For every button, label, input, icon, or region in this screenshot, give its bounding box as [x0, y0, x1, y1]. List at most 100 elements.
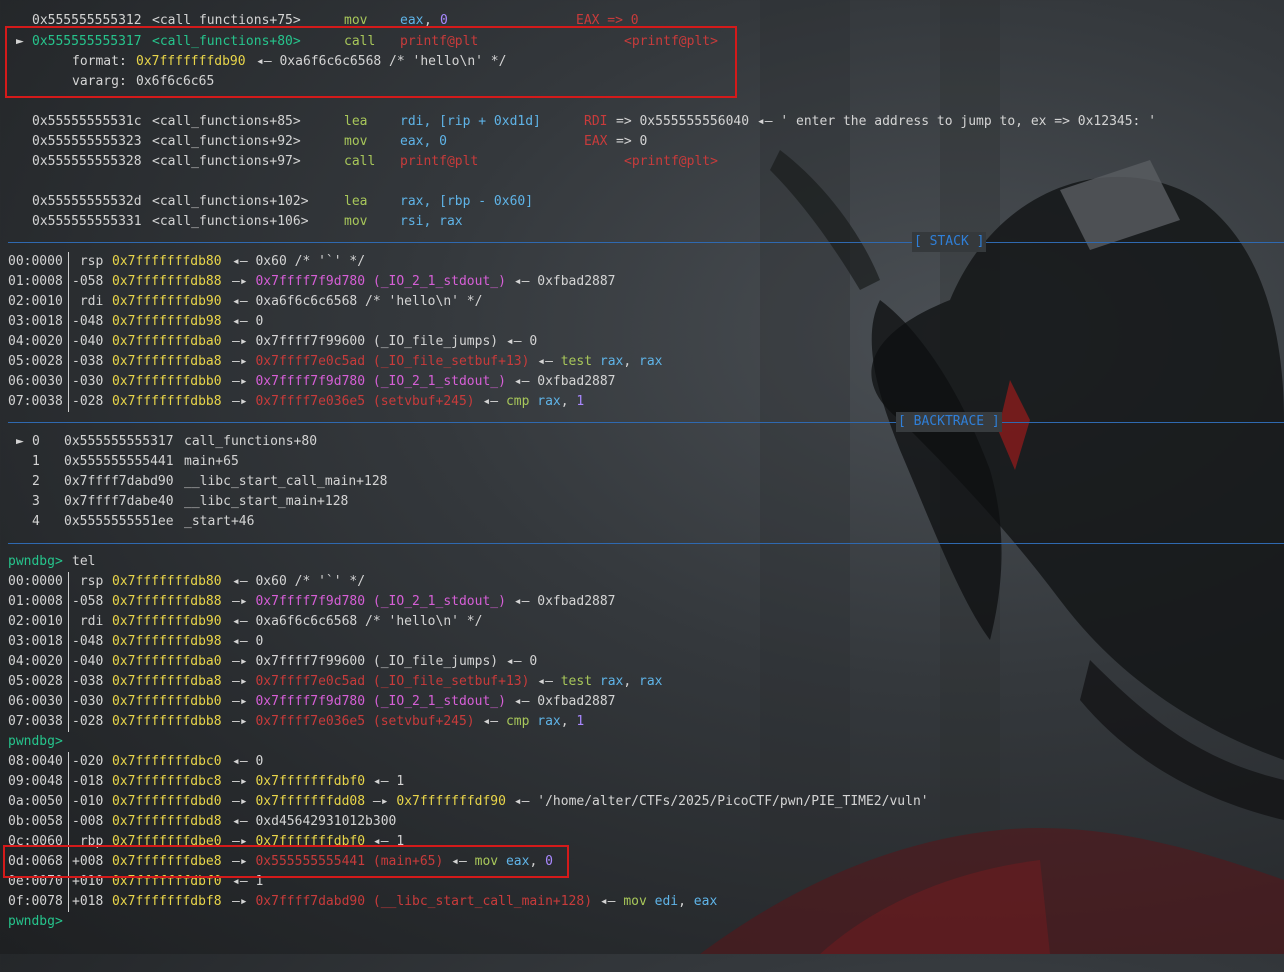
frame-symbol: call_functions+80 [184, 434, 318, 449]
frame-marker: ► [16, 434, 24, 449]
symbol: <call_functions+106> [152, 214, 309, 229]
highlight-box-return-address [3, 845, 569, 878]
stack-address: 0x7fffffffdbc0 [112, 754, 222, 769]
value-segment: rax [599, 354, 624, 369]
stack-address: 0x7fffffffdbb8 [112, 714, 222, 729]
value-segment: mov [623, 894, 655, 909]
column-divider [68, 372, 69, 392]
value-segment: rax [639, 674, 663, 689]
operands: eax, 0 [400, 134, 447, 149]
stack-value: —▸ 0x7ffff7e036e5 (setvbuf+245) ◂— cmp r… [232, 392, 584, 412]
comment: => 0 [616, 134, 648, 149]
prompt: pwndbg> [8, 554, 63, 569]
frame-symbol: __libc_start_call_main+128 [184, 474, 388, 489]
operands: rdi, [rip + 0xd1d] [400, 114, 541, 129]
stack-value: ◂— 0xa6f6c6c6568 /* 'hello\n' */ [232, 612, 482, 632]
stack-value: —▸ 0x7fffffffdbf0 ◂— 1 [232, 772, 404, 792]
stack-offset: -058 [72, 594, 104, 609]
stack-offset: rsp [72, 574, 104, 589]
stack-index: 02:0010 [8, 614, 63, 629]
stack-offset: +018 [72, 894, 104, 909]
address: 0x555555555323 [32, 134, 142, 149]
stack-address: 0x7fffffffdba0 [112, 334, 222, 349]
value-segment: ◂— [474, 714, 506, 729]
value-segment: 0x7ffff7f9d780 (_IO_2_1_stdout_) [255, 694, 506, 709]
value-segment: —▸ [232, 794, 256, 809]
value-segment: —▸ 0x7ffff7f99600 (_IO_file_jumps) ◂— 0 [232, 334, 538, 349]
stack-value: —▸ 0x7ffff7e0c5ad (_IO_file_setbuf+13) ◂… [232, 352, 663, 372]
value-segment: ◂— [474, 394, 506, 409]
value-segment: ◂— 0xfbad2887 [505, 374, 616, 389]
command-line[interactable]: pwndbg> [0, 912, 63, 932]
stack-value: —▸ 0x7ffff7f9d780 (_IO_2_1_stdout_) ◂— 0… [232, 272, 616, 292]
opcode: call [344, 154, 376, 169]
value-segment: cmp [505, 394, 538, 409]
frame-address: 0x7ffff7dabe40 [64, 494, 174, 509]
stack-index: 07:0038 [8, 714, 63, 729]
value-segment: , [678, 894, 694, 909]
value-segment: 0x7ffff7e036e5 (setvbuf+245) [255, 714, 475, 729]
stack-address: 0x7fffffffdba0 [112, 654, 222, 669]
value-segment: 0x7ffff7f9d780 (_IO_2_1_stdout_) [255, 374, 506, 389]
frame-address: 0x5555555551ee [64, 514, 174, 529]
column-divider [68, 272, 69, 292]
comment: => 0x555555556040 ◂— ' enter the address… [616, 114, 1157, 129]
value-segment: test [560, 354, 600, 369]
column-divider [68, 392, 69, 412]
value-segment: ◂— 1 [365, 774, 405, 789]
stack-address: 0x7fffffffdbb0 [112, 374, 222, 389]
stack-value: —▸ 0x7ffff7dabd90 (__libc_start_call_mai… [232, 892, 717, 912]
stack-value: —▸ 0x7ffff7f9d780 (_IO_2_1_stdout_) ◂— 0… [232, 692, 616, 712]
stack-address: 0x7fffffffdb98 [112, 314, 222, 329]
stack-index: 05:0028 [8, 354, 63, 369]
frame-number: 1 [32, 454, 40, 469]
backtrace-header: [ BACKTRACE ] [0, 412, 1002, 432]
frame-number: 0 [32, 434, 40, 449]
frame-address: 0x555555555317 [64, 434, 174, 449]
symbol: <call_functions+85> [152, 114, 301, 129]
frame-symbol: __libc_start_main+128 [184, 494, 349, 509]
value-segment: —▸ 0x7ffff7f99600 (_IO_file_jumps) ◂— 0 [232, 654, 538, 669]
column-divider [68, 772, 69, 792]
frame-number: 2 [32, 474, 40, 489]
column-divider [68, 352, 69, 372]
value-segment: —▸ [232, 374, 256, 389]
value-segment: , [623, 674, 640, 689]
value-segment: —▸ [232, 274, 256, 289]
stack-index: 00:0000 [8, 574, 63, 589]
stack-address: 0x7fffffffdb90 [112, 294, 222, 309]
value-segment: ◂— 0 [232, 314, 264, 329]
stack-offset: -020 [72, 754, 104, 769]
value-segment: 0x7ffff7dabd90 (__libc_start_call_main+1… [255, 894, 593, 909]
stack-index: 02:0010 [8, 294, 63, 309]
value-segment: 0x7fffffffdf90 [396, 794, 506, 809]
frame-number: 4 [32, 514, 40, 529]
command-line[interactable]: pwndbg> tel [0, 552, 95, 572]
stack-index: 06:0030 [8, 374, 63, 389]
stack-address: 0x7fffffffdb98 [112, 634, 222, 649]
stack-offset: -038 [72, 674, 104, 689]
value-segment: rax [639, 354, 663, 369]
stack-value: ◂— 0 [232, 752, 263, 772]
value-segment: ◂— 0xa6f6c6c6568 /* 'hello\n' */ [232, 614, 483, 629]
value-segment: eax [693, 894, 718, 909]
operands: rsi, rax [400, 214, 463, 229]
stack-value: ◂— 0x60 /* '`' */ [232, 252, 365, 272]
value-segment: , [560, 714, 577, 729]
stack-value: ◂— 0 [232, 632, 263, 652]
stack-address: 0x7fffffffdbd0 [112, 794, 222, 809]
stack-offset: -040 [72, 654, 104, 669]
value-segment: 0x7fffffffdbf0 [255, 774, 366, 789]
stack-offset: -028 [72, 394, 104, 409]
disasm-line: 0x555555555331 <call_functions+106> mov … [0, 212, 463, 232]
value-segment: ◂— 0x60 /* '`' */ [232, 254, 366, 269]
backtrace-separator [8, 422, 1284, 423]
value-segment: ◂— 0xfbad2887 [505, 274, 616, 289]
column-divider [68, 792, 69, 812]
value-segment: , [623, 354, 640, 369]
value-segment: ◂— 0xd45642931012b300 [232, 814, 397, 829]
comment-register: EAX [584, 134, 608, 149]
stack-address: 0x7fffffffdb88 [112, 274, 222, 289]
value-segment: —▸ [365, 794, 397, 809]
command-line[interactable]: pwndbg> [0, 732, 63, 752]
